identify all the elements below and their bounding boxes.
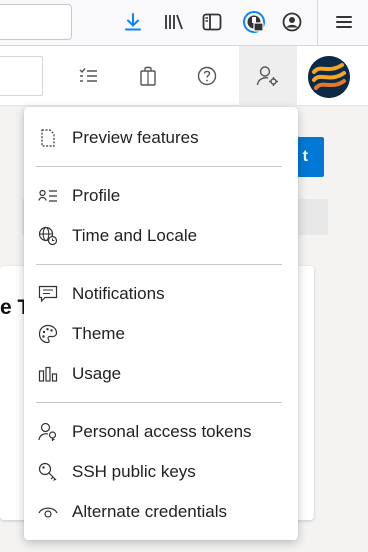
menu-divider (36, 264, 282, 265)
menu-item-label: SSH public keys (72, 462, 196, 481)
user-settings-menu: Preview features Profile Time and Locale… (24, 107, 298, 540)
password-manager-icon[interactable] (240, 8, 268, 36)
menu-item-notifications[interactable]: Notifications (24, 274, 298, 314)
globe-clock-icon (36, 224, 60, 248)
key-icon (36, 460, 60, 484)
document-icon (36, 126, 60, 150)
shopping-bag-icon[interactable] (132, 60, 164, 92)
palette-icon (36, 322, 60, 346)
menu-item-label: Preview features (72, 128, 199, 147)
menu-item-profile[interactable]: Profile (24, 176, 298, 216)
menu-divider (36, 166, 282, 167)
user-settings-button[interactable] (239, 46, 297, 106)
account-icon[interactable] (278, 8, 306, 36)
menu-item-label: Personal access tokens (72, 422, 252, 441)
menu-item-time-and-locale[interactable]: Time and Locale (24, 216, 298, 256)
primary-action-label: t (302, 148, 308, 165)
task-list-icon[interactable] (72, 60, 104, 92)
menu-item-theme[interactable]: Theme (24, 314, 298, 354)
search-input[interactable] (0, 56, 43, 96)
menu-item-label: Theme (72, 324, 125, 343)
user-key-icon (36, 420, 60, 444)
menu-item-personal-access-tokens[interactable]: Personal access tokens (24, 412, 298, 452)
menu-item-preview-features[interactable]: Preview features (24, 118, 298, 158)
contact-card-icon (36, 184, 60, 208)
menu-item-label: Notifications (72, 284, 165, 303)
menu-item-label: Alternate credentials (72, 502, 227, 521)
menu-icon[interactable] (330, 8, 358, 36)
menu-item-label: Profile (72, 186, 121, 205)
menu-item-label: Usage (72, 364, 122, 383)
toolbar-separator (317, 0, 318, 46)
menu-item-usage[interactable]: Usage (24, 354, 298, 394)
chat-bubble-icon (36, 282, 60, 306)
menu-item-label: Time and Locale (72, 226, 198, 245)
library-icon[interactable] (160, 8, 188, 36)
bar-chart-icon (36, 362, 60, 386)
avatar[interactable] (308, 56, 350, 98)
user-settings-icon (252, 60, 284, 92)
menu-item-alternate-credentials[interactable]: Alternate credentials (24, 492, 298, 532)
eye-icon (36, 500, 60, 524)
menu-divider (36, 402, 282, 403)
browser-toolbar (0, 0, 368, 46)
app-header (0, 46, 368, 106)
menu-item-ssh-public-keys[interactable]: SSH public keys (24, 452, 298, 492)
download-icon[interactable] (119, 8, 147, 36)
address-bar[interactable] (0, 4, 72, 40)
sidebar-icon[interactable] (198, 8, 226, 36)
help-icon[interactable] (191, 60, 223, 92)
